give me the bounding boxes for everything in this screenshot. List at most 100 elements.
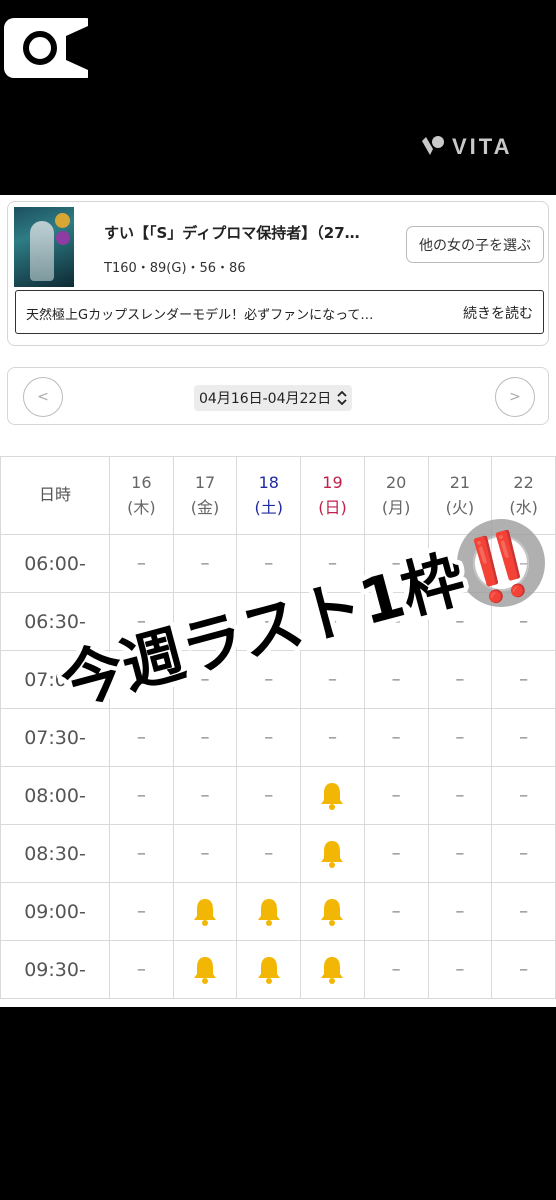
- unavailable-slot-cell: –: [300, 592, 365, 651]
- available-slot-cell[interactable]: [300, 882, 365, 941]
- bell-icon: [321, 782, 344, 810]
- schedule-row: 09:30- – – – –: [0, 940, 556, 999]
- read-more-link[interactable]: 続きを読む: [463, 303, 533, 323]
- unavailable-slot-cell: –: [172, 708, 238, 767]
- unavailable-slot-cell: –: [109, 882, 174, 941]
- available-slot-cell[interactable]: [236, 940, 302, 999]
- week-range-label: 04月16日-04月22日: [199, 391, 332, 407]
- unavailable-slot-cell: –: [491, 940, 556, 999]
- datetime-header: 日時: [0, 456, 110, 535]
- bell-icon: [321, 840, 344, 868]
- choose-other-girl-button[interactable]: 他の女の子を選ぶ: [406, 226, 544, 263]
- unavailable-slot-cell: –: [236, 534, 302, 593]
- unavailable-slot-cell: –: [300, 708, 365, 767]
- time-slot-label: 08:30-: [0, 824, 110, 883]
- unavailable-slot-cell: –: [427, 766, 493, 825]
- bell-icon: [321, 956, 344, 984]
- bell-icon: [257, 956, 280, 984]
- time-slot-label: 06:00-: [0, 534, 110, 593]
- available-slot-cell[interactable]: [300, 940, 365, 999]
- unavailable-slot-cell: –: [172, 592, 238, 651]
- unavailable-slot-cell: –: [363, 824, 429, 883]
- unavailable-slot-cell: –: [491, 766, 556, 825]
- day-header: 17 (金): [172, 456, 238, 535]
- available-slot-cell[interactable]: [300, 766, 365, 825]
- day-header-saturday: 18 (土): [236, 456, 302, 535]
- unavailable-slot-cell: –: [491, 650, 556, 709]
- unavailable-slot-cell: –: [363, 534, 429, 593]
- week-range-select[interactable]: 04月16日-04月22日: [194, 385, 353, 411]
- unavailable-slot-cell: –: [236, 824, 302, 883]
- unavailable-slot-cell: –: [363, 940, 429, 999]
- bell-icon: [194, 956, 217, 984]
- booking-page: すい【「S」ディプロマ保持者】（27… T160・89(G)・56・86 他の女…: [0, 195, 556, 1007]
- time-slot-label: 09:30-: [0, 940, 110, 999]
- unavailable-slot-cell: –: [491, 824, 556, 883]
- unavailable-slot-cell: –: [363, 766, 429, 825]
- schedule-row: 09:00- – – – –: [0, 882, 556, 941]
- next-week-button[interactable]: >: [495, 377, 535, 417]
- unavailable-slot-cell: –: [427, 940, 493, 999]
- time-slot-label: 09:00-: [0, 882, 110, 941]
- profile-photo[interactable]: [14, 207, 74, 287]
- unavailable-slot-cell: –: [363, 650, 429, 709]
- schedule-row: 08:00- – – – – – –: [0, 766, 556, 825]
- unavailable-slot-cell: –: [236, 766, 302, 825]
- time-slot-label: 07:30-: [0, 708, 110, 767]
- chevron-right-icon: >: [509, 389, 521, 405]
- unavailable-slot-cell: –: [427, 650, 493, 709]
- loading-spinner-icon: [457, 519, 545, 607]
- unavailable-slot-cell: –: [427, 708, 493, 767]
- unavailable-slot-cell: –: [109, 592, 174, 651]
- unavailable-slot-cell: –: [109, 824, 174, 883]
- chevron-left-icon: <: [37, 389, 49, 405]
- schedule-row: 07:00- – – – – – – –: [0, 650, 556, 709]
- day-header-sunday: 19 (日): [300, 456, 365, 535]
- time-slot-label: 08:00-: [0, 766, 110, 825]
- unavailable-slot-cell: –: [491, 882, 556, 941]
- unavailable-slot-cell: –: [109, 766, 174, 825]
- unavailable-slot-cell: –: [172, 650, 238, 709]
- unavailable-slot-cell: –: [363, 882, 429, 941]
- bell-icon: [194, 898, 217, 926]
- unavailable-slot-cell: –: [363, 708, 429, 767]
- time-slot-label: 06:30-: [0, 592, 110, 651]
- prev-week-button[interactable]: <: [23, 377, 63, 417]
- available-slot-cell[interactable]: [172, 940, 238, 999]
- available-slot-cell[interactable]: [236, 882, 302, 941]
- vita-watermark: VITA: [420, 134, 512, 160]
- week-navigator: < 04月16日-04月22日 >: [7, 367, 549, 425]
- day-header: 16 (木): [109, 456, 174, 535]
- description-box: 天然極上Gカップスレンダーモデル！必ずファンになって… 続きを読む: [15, 290, 544, 334]
- unavailable-slot-cell: –: [363, 592, 429, 651]
- sort-arrows-icon: [337, 391, 347, 405]
- unavailable-slot-cell: –: [109, 708, 174, 767]
- video-camera-icon[interactable]: [4, 14, 96, 80]
- bell-icon: [257, 898, 280, 926]
- profile-name: すい【「S」ディプロマ保持者】（27…: [104, 224, 360, 242]
- unavailable-slot-cell: –: [109, 534, 174, 593]
- unavailable-slot-cell: –: [172, 534, 238, 593]
- schedule-header-row: 日時 16 (木) 17 (金) 18 (土) 19 (日) 20 (月) 21 (火) 2…: [0, 456, 556, 535]
- unavailable-slot-cell: –: [109, 940, 174, 999]
- bell-icon: [321, 898, 344, 926]
- available-slot-cell[interactable]: [300, 824, 365, 883]
- unavailable-slot-cell: –: [300, 534, 365, 593]
- vita-label: VITA: [452, 134, 513, 159]
- unavailable-slot-cell: –: [236, 592, 302, 651]
- profile-card: すい【「S」ディプロマ保持者】（27… T160・89(G)・56・86 他の女…: [7, 201, 549, 346]
- available-slot-cell[interactable]: [172, 882, 238, 941]
- unavailable-slot-cell: –: [236, 650, 302, 709]
- unavailable-slot-cell: –: [491, 708, 556, 767]
- schedule-row: 08:30- – – – – – –: [0, 824, 556, 883]
- day-header: 20 (月): [363, 456, 429, 535]
- schedule-row: 07:30- – – – – – – –: [0, 708, 556, 767]
- unavailable-slot-cell: –: [236, 708, 302, 767]
- unavailable-slot-cell: –: [109, 650, 174, 709]
- unavailable-slot-cell: –: [300, 650, 365, 709]
- bottom-black-area: [0, 1007, 556, 1200]
- unavailable-slot-cell: –: [427, 882, 493, 941]
- description-text: 天然極上Gカップスレンダーモデル！必ずファンになって…: [26, 308, 374, 323]
- unavailable-slot-cell: –: [427, 824, 493, 883]
- vita-logo-icon: [422, 136, 444, 155]
